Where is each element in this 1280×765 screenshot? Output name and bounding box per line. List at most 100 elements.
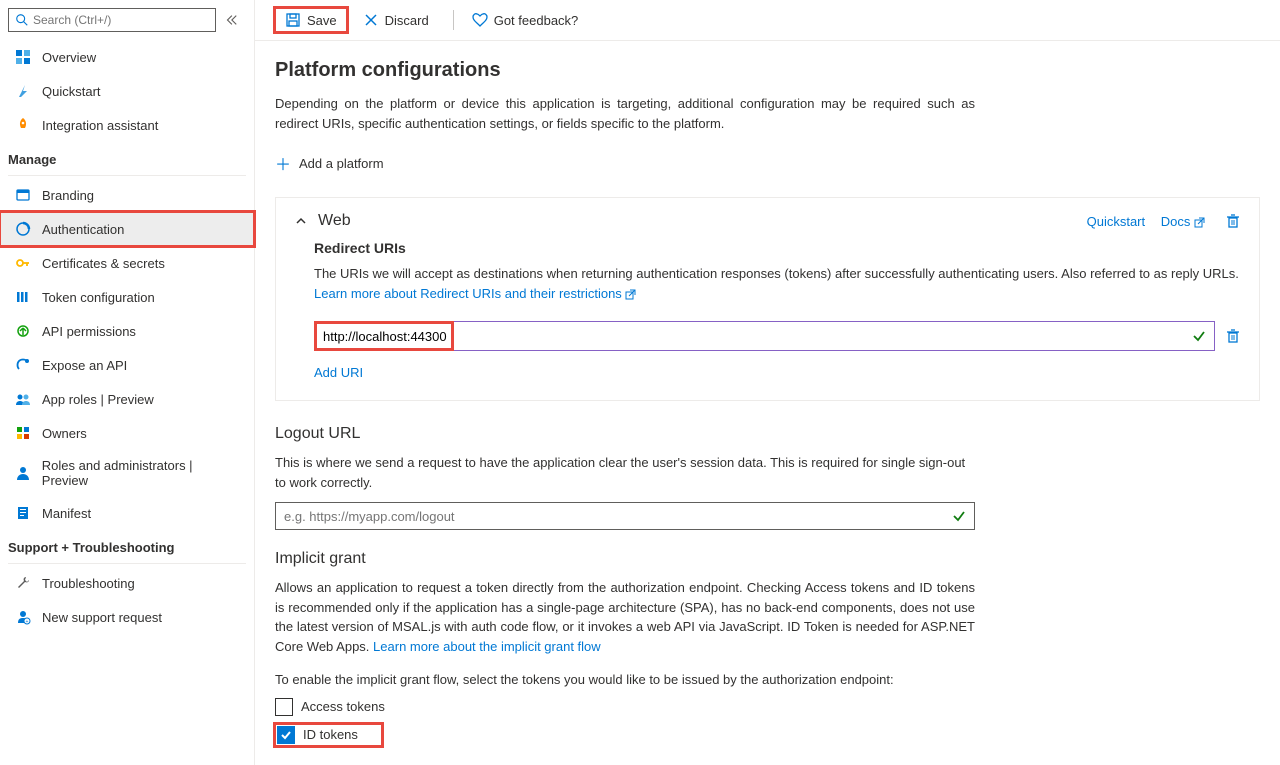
redirect-uris-heading: Redirect URIs — [314, 240, 1241, 256]
implicit-section: Implicit grant Allows an application to … — [275, 550, 975, 746]
redirect-uris-desc: The URIs we will accept as destinations … — [314, 264, 1241, 303]
web-platform-panel: Web Quickstart Docs Redirect URIs The UR… — [275, 197, 1260, 401]
sidebar-label: Roles and administrators | Preview — [42, 458, 240, 488]
sidebar-label: App roles | Preview — [42, 392, 154, 407]
roles-icon — [14, 390, 32, 408]
chevron-down-icon[interactable] — [294, 214, 308, 228]
add-platform-label: Add a platform — [299, 156, 384, 171]
sidebar-item-roles-admins[interactable]: Roles and administrators | Preview — [0, 450, 254, 496]
sidebar-label: Token configuration — [42, 290, 155, 305]
quickstart-icon — [14, 82, 32, 100]
sidebar-item-api-permissions[interactable]: API permissions — [0, 314, 254, 348]
logout-input-wrapper[interactable] — [275, 502, 975, 530]
search-input[interactable] — [33, 13, 209, 27]
access-tokens-checkbox[interactable] — [275, 698, 293, 716]
add-uri-link[interactable]: Add URI — [314, 365, 363, 380]
implicit-desc: Allows an application to request a token… — [275, 578, 975, 656]
sidebar-label: Manifest — [42, 506, 91, 521]
expose-icon — [14, 356, 32, 374]
access-tokens-row[interactable]: Access tokens — [275, 698, 975, 716]
sidebar-item-branding[interactable]: Branding — [0, 178, 254, 212]
save-icon — [285, 12, 301, 28]
web-title: Web — [318, 212, 1075, 230]
sidebar-item-overview[interactable]: Overview — [0, 40, 254, 74]
branding-icon — [14, 186, 32, 204]
sidebar-item-new-support[interactable]: + New support request — [0, 600, 254, 634]
web-quickstart-link[interactable]: Quickstart — [1087, 214, 1146, 229]
sidebar-item-app-roles[interactable]: App roles | Preview — [0, 382, 254, 416]
platform-config-heading: Platform configurations — [275, 59, 1260, 82]
manifest-icon — [14, 504, 32, 522]
delete-platform-icon[interactable] — [1225, 213, 1241, 229]
check-icon — [1192, 329, 1206, 343]
owners-icon — [14, 424, 32, 442]
web-docs-link[interactable]: Docs — [1161, 214, 1205, 229]
access-tokens-label: Access tokens — [301, 699, 385, 714]
sidebar-label: Overview — [42, 50, 96, 65]
api-perm-icon — [14, 322, 32, 340]
sidebar-section-support: Support + Troubleshooting — [0, 530, 254, 561]
delete-uri-icon[interactable] — [1225, 328, 1241, 344]
collapse-sidebar-icon[interactable] — [216, 9, 246, 31]
implicit-learn-more-link[interactable]: Learn more about the implicit grant flow — [373, 639, 601, 654]
plus-icon: ＋ — [275, 151, 291, 175]
sidebar: Overview Quickstart Integration assistan… — [0, 0, 255, 765]
wrench-icon — [14, 574, 32, 592]
sidebar-item-token-config[interactable]: Token configuration — [0, 280, 254, 314]
main-content: Save Discard Got feedback? Platform conf… — [255, 0, 1280, 765]
sidebar-label: New support request — [42, 610, 162, 625]
admins-icon — [14, 464, 32, 482]
logout-heading: Logout URL — [275, 425, 975, 443]
key-icon — [14, 254, 32, 272]
discard-button[interactable]: Discard — [353, 8, 439, 32]
sidebar-item-owners[interactable]: Owners — [0, 416, 254, 450]
id-tokens-checkbox[interactable] — [277, 726, 295, 744]
toolbar: Save Discard Got feedback? — [255, 0, 1280, 41]
implicit-heading: Implicit grant — [275, 550, 975, 568]
search-icon — [15, 13, 29, 27]
sidebar-label: Expose an API — [42, 358, 127, 373]
sidebar-item-integration[interactable]: Integration assistant — [0, 108, 254, 142]
id-tokens-label: ID tokens — [303, 727, 358, 742]
token-icon — [14, 288, 32, 306]
feedback-label: Got feedback? — [494, 13, 579, 28]
overview-icon — [14, 48, 32, 66]
rocket-icon — [14, 116, 32, 134]
platform-config-desc: Depending on the platform or device this… — [275, 94, 975, 133]
sidebar-item-certificates[interactable]: Certificates & secrets — [0, 246, 254, 280]
heart-icon — [472, 12, 488, 28]
sidebar-label: Owners — [42, 426, 87, 441]
redirect-learn-more-link[interactable]: Learn more about Redirect URIs and their… — [314, 286, 636, 301]
sidebar-label: Branding — [42, 188, 94, 203]
add-platform-button[interactable]: ＋ Add a platform — [275, 151, 1260, 175]
discard-label: Discard — [385, 13, 429, 28]
logout-url-input[interactable] — [284, 509, 952, 524]
logout-desc: This is where we send a request to have … — [275, 453, 975, 492]
sidebar-label: Integration assistant — [42, 118, 158, 133]
id-tokens-row[interactable]: ID tokens — [275, 724, 382, 746]
sidebar-item-quickstart[interactable]: Quickstart — [0, 74, 254, 108]
check-icon — [952, 509, 966, 523]
feedback-button[interactable]: Got feedback? — [462, 8, 589, 32]
support-icon: + — [14, 608, 32, 626]
close-icon — [363, 12, 379, 28]
sidebar-section-manage: Manage — [0, 142, 254, 173]
sidebar-label: Authentication — [42, 222, 124, 237]
sidebar-label: API permissions — [42, 324, 136, 339]
save-label: Save — [307, 13, 337, 28]
redirect-uri-input-wrapper[interactable] — [314, 321, 1215, 351]
save-button[interactable]: Save — [275, 8, 347, 32]
sidebar-label: Certificates & secrets — [42, 256, 165, 271]
sidebar-item-authentication[interactable]: Authentication — [0, 212, 254, 246]
sidebar-label: Quickstart — [42, 84, 101, 99]
sidebar-item-troubleshooting[interactable]: Troubleshooting — [0, 566, 254, 600]
sidebar-label: Troubleshooting — [42, 576, 135, 591]
svg-text:+: + — [26, 619, 29, 625]
sidebar-item-expose-api[interactable]: Expose an API — [0, 348, 254, 382]
redirect-uri-input[interactable] — [323, 329, 1186, 344]
implicit-enable-text: To enable the implicit grant flow, selec… — [275, 670, 975, 690]
logout-section: Logout URL This is where we send a reque… — [275, 425, 975, 530]
sidebar-item-manifest[interactable]: Manifest — [0, 496, 254, 530]
auth-icon — [14, 220, 32, 238]
search-input-wrapper[interactable] — [8, 8, 216, 32]
